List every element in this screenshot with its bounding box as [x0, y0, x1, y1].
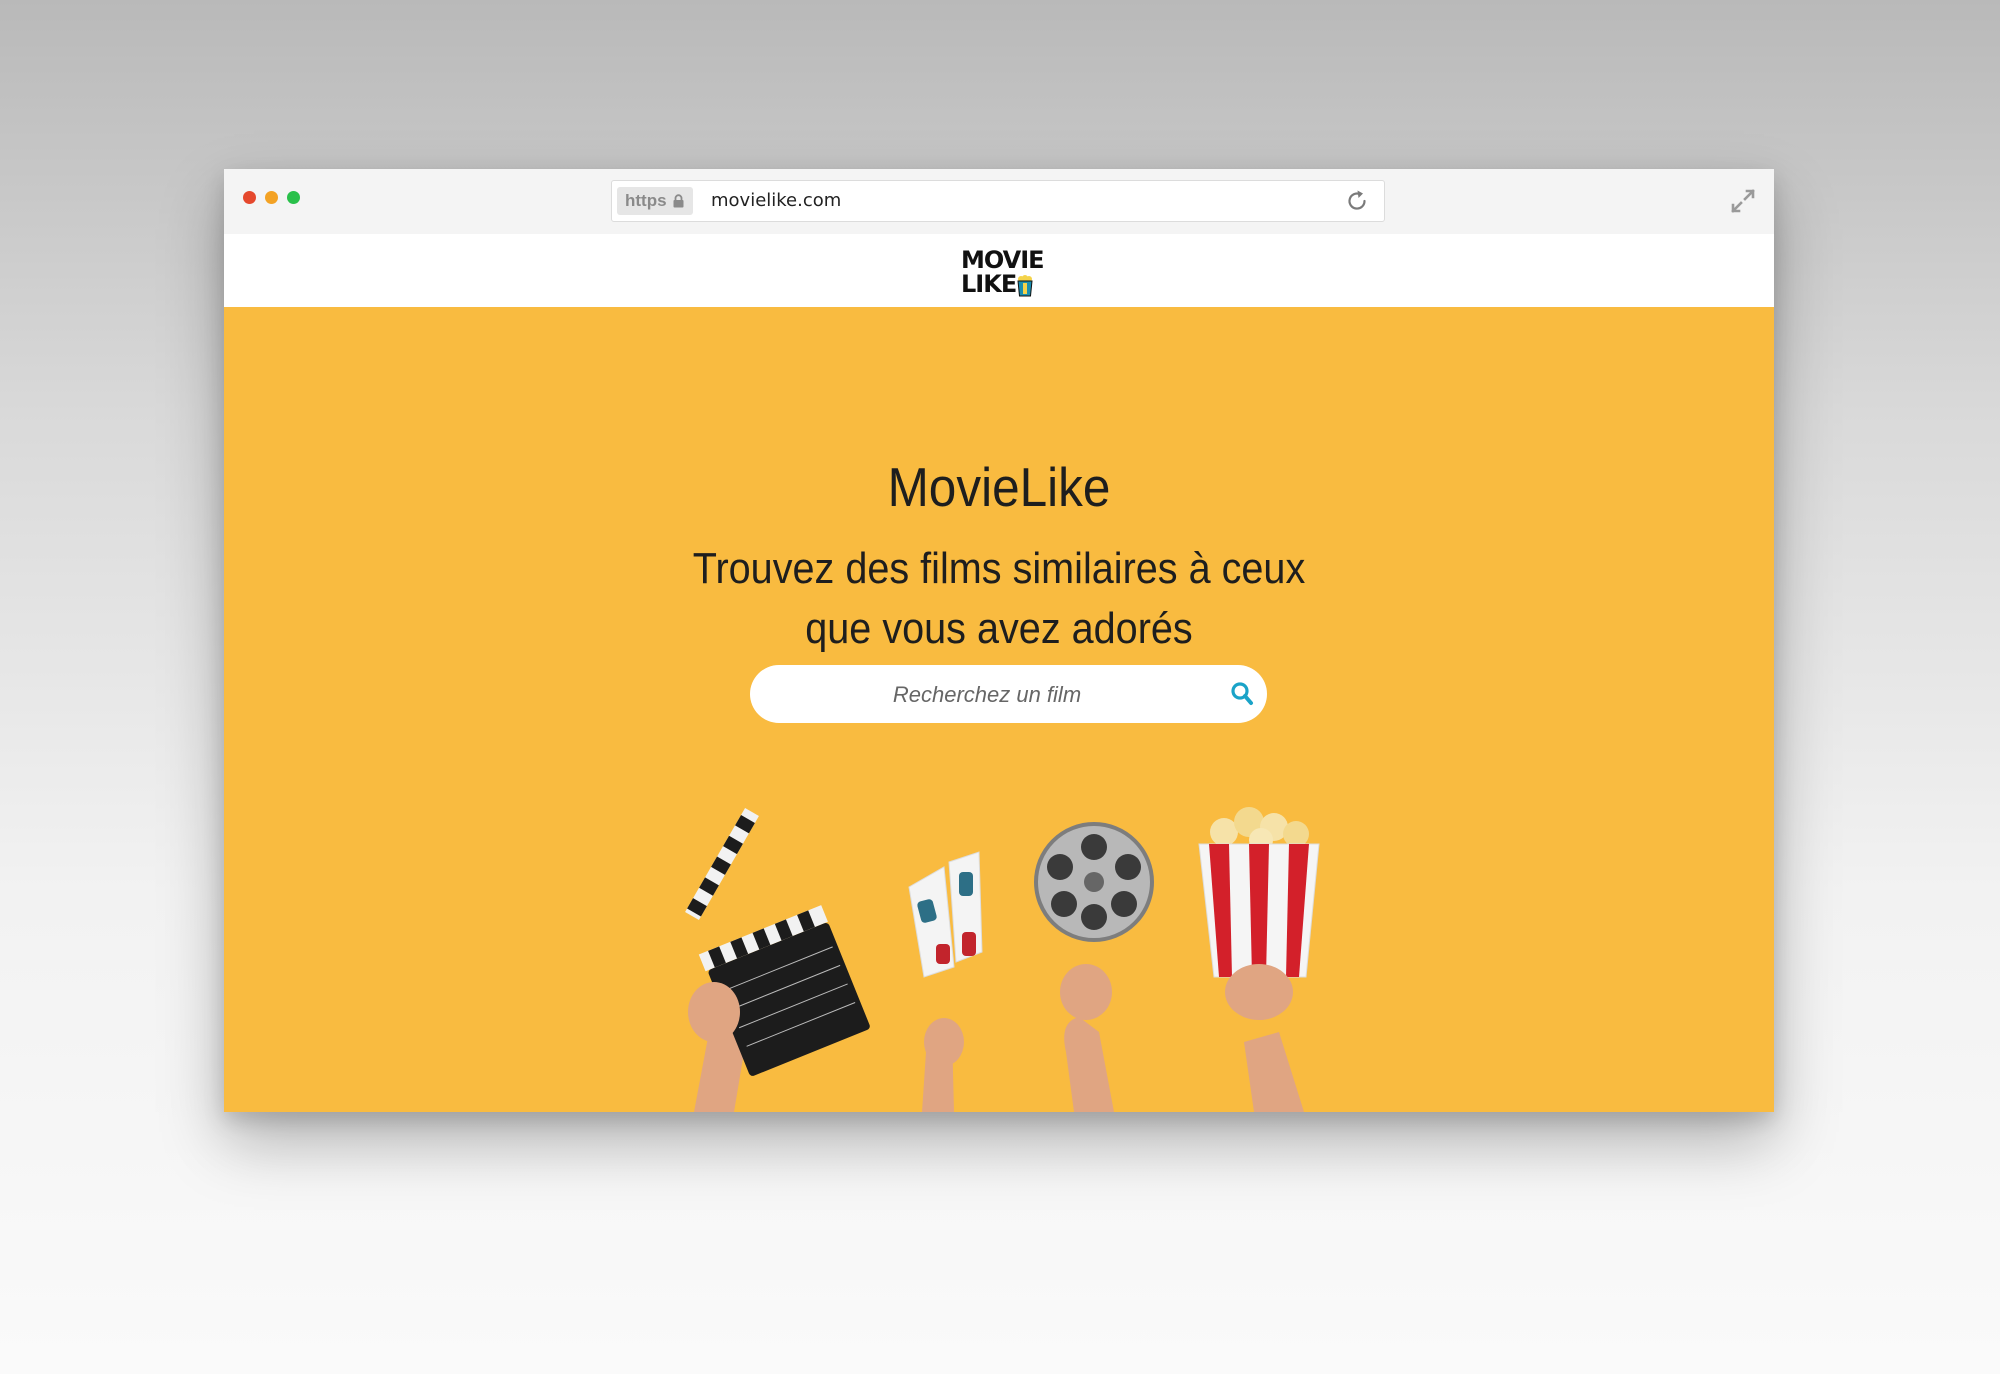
search-box	[750, 665, 1267, 725]
movielike-logo[interactable]: MOVIE LIKE	[961, 246, 1045, 300]
hero-title: MovieLike	[887, 456, 1111, 518]
https-badge: https	[617, 187, 693, 215]
popcorn-icon	[1017, 275, 1033, 297]
logo-line-movie: MOVIE	[961, 246, 1045, 274]
clapperboard-icon	[685, 808, 870, 1112]
cinema-props-illustration	[685, 807, 1320, 1112]
search-icon[interactable]	[1229, 680, 1257, 708]
minimize-window-button[interactable]	[265, 191, 278, 204]
film-reel-icon	[1034, 822, 1154, 1112]
https-label: https	[625, 191, 667, 210]
lock-icon	[673, 194, 684, 208]
expand-icon[interactable]	[1729, 187, 1757, 215]
site-header: MOVIE LIKE	[224, 234, 1774, 307]
reload-icon[interactable]	[1344, 188, 1370, 214]
url-text[interactable]: movielike.com	[711, 181, 841, 221]
hero-subtitle: Trouvez des films similaires à ceux que …	[692, 544, 1306, 653]
popcorn-bucket-icon	[1198, 807, 1320, 1112]
close-window-button[interactable]	[243, 191, 256, 204]
3d-glasses-icon	[908, 851, 983, 1112]
search-input[interactable]	[770, 665, 1204, 725]
browser-window: https movielike.com MOVIE LIKE MovieLike…	[224, 169, 1774, 1112]
hero-section: MovieLike Trouvez des films similaires à…	[224, 307, 1774, 1112]
browser-titlebar: https movielike.com	[224, 169, 1774, 234]
zoom-window-button[interactable]	[287, 191, 300, 204]
address-bar[interactable]: https movielike.com	[611, 180, 1385, 222]
